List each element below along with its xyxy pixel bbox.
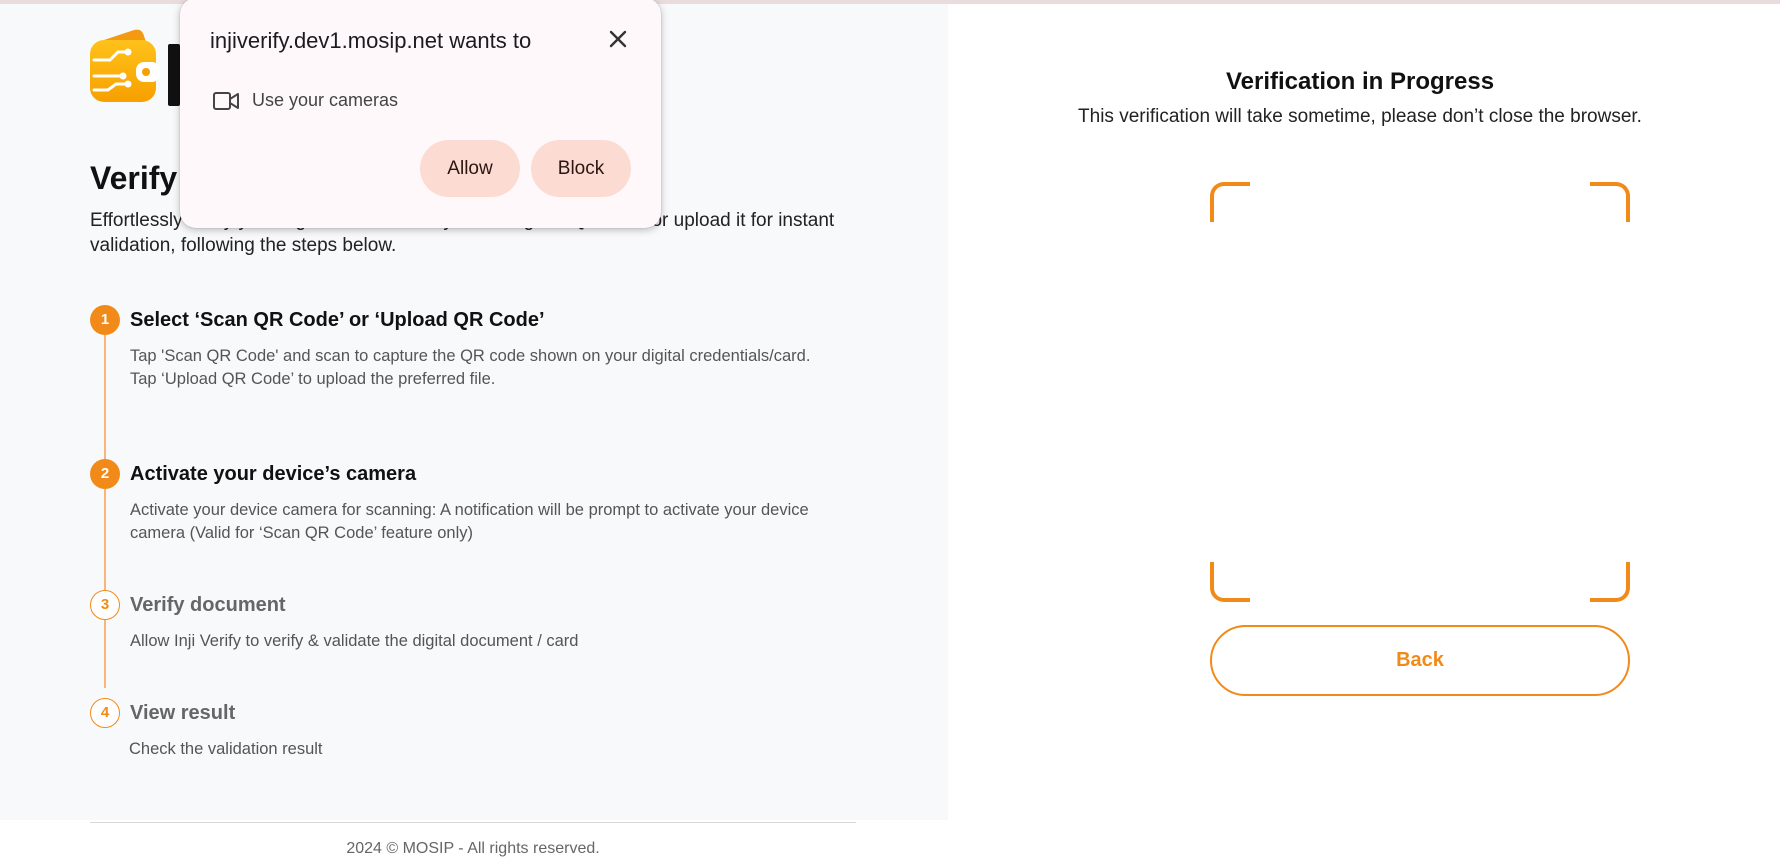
step-description: Allow Inji Verify to verify & validate t… <box>130 630 860 653</box>
step-description: Tap 'Scan QR Code' and scan to capture t… <box>130 345 860 391</box>
block-button[interactable]: Block <box>531 140 631 197</box>
step-title: View result <box>130 702 236 724</box>
step-number: 4 <box>90 698 120 728</box>
close-icon[interactable] <box>605 26 631 52</box>
footer-divider <box>90 822 856 823</box>
step-description-line: Tap 'Scan QR Code' and scan to capture t… <box>130 347 811 365</box>
step-number: 3 <box>90 590 120 620</box>
step-number: 1 <box>90 305 120 335</box>
step-title: Verify document <box>130 594 286 616</box>
logo-text-fragment <box>168 44 180 106</box>
scan-corner-bottom-right <box>1590 562 1630 602</box>
scan-corner-top-right <box>1590 182 1630 222</box>
step-title: Select ‘Scan QR Code’ or ‘Upload QR Code… <box>130 309 545 331</box>
back-button[interactable]: Back <box>1210 625 1630 696</box>
step-description: Check the validation result <box>129 738 859 761</box>
scan-corner-top-left <box>1210 182 1250 222</box>
page-title: Verify <box>90 160 178 196</box>
step-description-line: Tap ‘Upload QR Code’ to upload the prefe… <box>130 370 496 388</box>
verification-title: Verification in Progress <box>1225 68 1495 95</box>
step-description-line: Activate your device camera for scanning… <box>130 501 809 542</box>
scan-corner-bottom-left <box>1210 562 1250 602</box>
inji-wallet-logo-icon <box>90 29 160 102</box>
step-description: Activate your device camera for scanning… <box>130 499 860 545</box>
step-description-line: Allow Inji Verify to verify & validate t… <box>130 632 579 650</box>
camera-permission-dialog: injiverify.dev1.mosip.net wants to Use y… <box>180 0 661 228</box>
step-connector <box>104 335 106 479</box>
footer-copyright: 2024 © MOSIP - All rights reserved. <box>346 840 600 857</box>
allow-button[interactable]: Allow <box>420 140 520 197</box>
verification-subtitle: This verification will take sometime, pl… <box>1078 106 1642 127</box>
permission-dialog-title: injiverify.dev1.mosip.net wants to <box>210 28 532 53</box>
qr-scan-frame <box>1210 182 1630 602</box>
step-description-line: Check the validation result <box>129 740 323 758</box>
step-connector <box>104 620 106 688</box>
permission-text: Use your cameras <box>252 90 399 110</box>
step-number: 2 <box>90 459 120 489</box>
video-camera-icon <box>213 92 239 110</box>
step-title: Activate your device’s camera <box>130 463 417 485</box>
